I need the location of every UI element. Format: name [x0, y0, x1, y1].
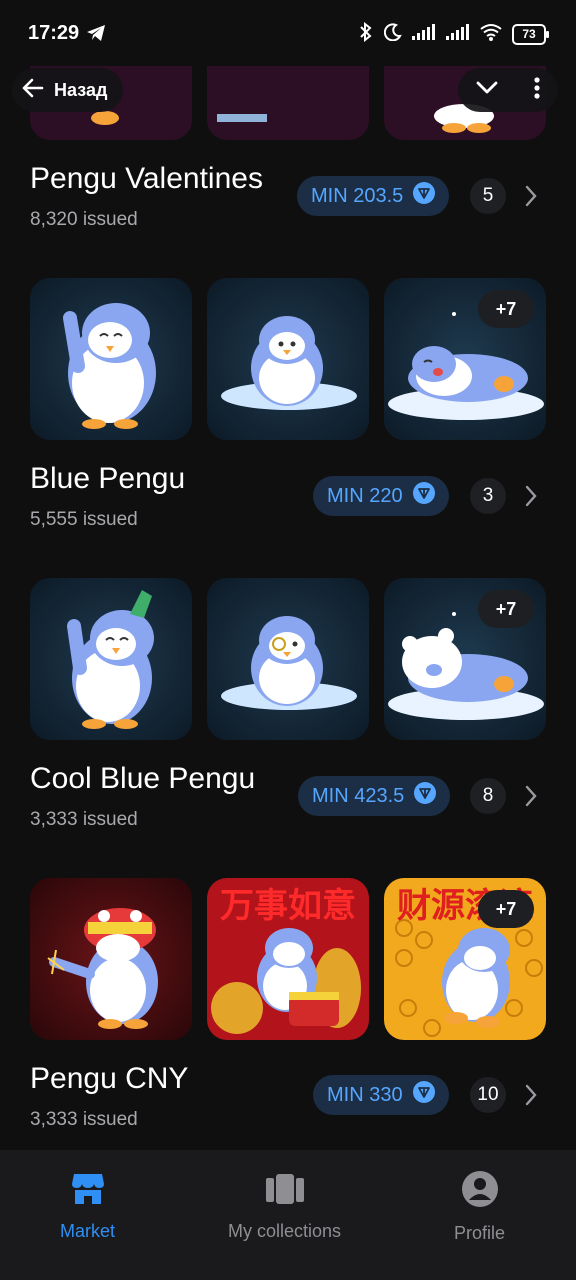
collection-issued: 3,333 issued — [30, 809, 138, 830]
bluetooth-icon — [358, 21, 374, 47]
bottom-navigation: Market My collections Profile — [0, 1150, 576, 1280]
more-items-badge: +7 — [478, 590, 534, 628]
chevron-right-icon[interactable] — [524, 784, 538, 813]
telegram-icon — [86, 24, 106, 47]
more-vertical-icon[interactable] — [533, 76, 541, 104]
collection-thumbnail[interactable] — [207, 66, 369, 140]
header-menu — [458, 68, 558, 112]
signal-icon-2 — [446, 24, 470, 45]
ton-icon — [413, 182, 436, 210]
min-price-label: MIN 203.5 — [311, 184, 404, 207]
min-price-badge[interactable]: MIN 330 — [313, 1075, 449, 1115]
collection-title[interactable]: Pengu Valentines — [30, 162, 263, 196]
collections-list: Pengu Valentines 8,320 issued MIN 203.5 … — [0, 66, 576, 1150]
min-price-badge[interactable]: MIN 203.5 — [297, 176, 450, 216]
item-count: 10 — [470, 1077, 506, 1113]
status-icons: 73 — [358, 21, 549, 47]
item-count: 3 — [470, 478, 506, 514]
collection-thumbnail[interactable]: +7 — [384, 578, 546, 740]
collection-thumbnail[interactable] — [30, 578, 192, 740]
collection-issued: 8,320 issued — [30, 209, 138, 230]
chevron-right-icon[interactable] — [524, 484, 538, 513]
collection-thumbnail[interactable]: 万事如意 — [207, 878, 369, 1040]
chevron-right-icon[interactable] — [524, 184, 538, 213]
min-price-label: MIN 423.5 — [312, 784, 405, 807]
more-items-badge: +7 — [478, 890, 534, 928]
nav-market-label: Market — [60, 1221, 116, 1241]
nav-market[interactable]: Market — [60, 1170, 115, 1242]
arrow-left-icon — [22, 78, 44, 103]
wifi-icon — [480, 23, 502, 46]
collection-title[interactable]: Cool Blue Pengu — [30, 762, 255, 796]
store-icon — [70, 1170, 106, 1211]
chevron-down-icon[interactable] — [475, 80, 499, 101]
collection-thumbnail[interactable]: +7 — [384, 278, 546, 440]
thumbnail-caption: 万事如意 — [220, 886, 356, 926]
signal-icon — [412, 24, 436, 45]
collection-thumbnail[interactable]: 财源滚滚 +7 — [384, 878, 546, 1040]
collection-title[interactable]: Pengu CNY — [30, 1062, 188, 1096]
collection-issued: 5,555 issued — [30, 509, 138, 530]
moon-icon — [383, 23, 402, 46]
collections-icon — [265, 1170, 305, 1211]
chevron-right-icon[interactable] — [524, 1083, 538, 1112]
collection-thumbnail[interactable] — [30, 278, 192, 440]
nav-profile[interactable]: Profile — [454, 1170, 505, 1244]
nav-my-collections-label: My collections — [228, 1221, 342, 1241]
min-price-label: MIN 220 — [327, 484, 403, 507]
battery-indicator: 73 — [512, 24, 549, 45]
min-price-label: MIN 330 — [327, 1083, 403, 1106]
item-count: 5 — [470, 178, 506, 214]
collection-issued: 3,333 issued — [30, 1109, 138, 1130]
item-count: 8 — [470, 778, 506, 814]
ton-icon — [412, 1081, 435, 1109]
min-price-badge[interactable]: MIN 220 — [313, 476, 449, 516]
collection-title[interactable]: Blue Pengu — [30, 462, 185, 496]
ton-icon — [414, 782, 437, 810]
collection-thumbnail[interactable] — [207, 278, 369, 440]
ton-icon — [412, 482, 435, 510]
back-label: Назад — [54, 79, 108, 100]
min-price-badge[interactable]: MIN 423.5 — [298, 776, 451, 816]
back-button[interactable]: Назад — [12, 68, 124, 112]
collection-thumbnail[interactable] — [30, 878, 192, 1040]
user-icon — [461, 1170, 499, 1213]
more-items-badge: +7 — [478, 290, 534, 328]
collection-thumbnail[interactable] — [207, 578, 369, 740]
nav-profile-label: Profile — [454, 1223, 506, 1243]
status-time: 17:29 — [28, 22, 80, 44]
status-bar: 17:29 73 — [0, 0, 576, 66]
nav-my-collections[interactable]: My collections — [228, 1170, 341, 1242]
